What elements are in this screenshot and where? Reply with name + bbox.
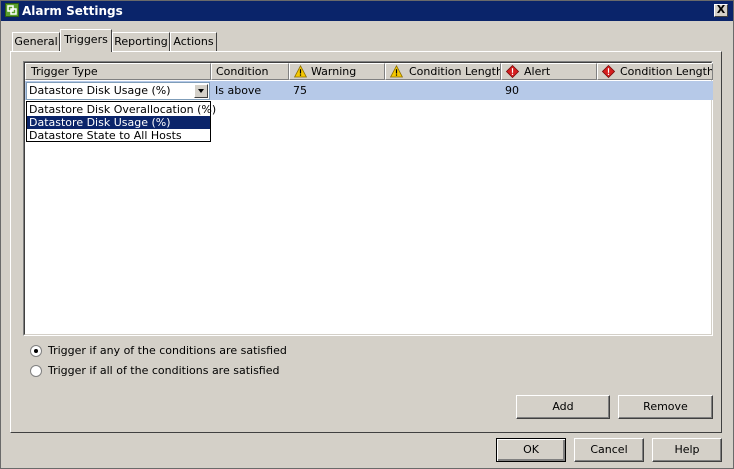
trigger-type-select[interactable]: Datastore Disk Usage (%) xyxy=(26,82,210,100)
chevron-down-icon[interactable] xyxy=(194,84,208,98)
column-label: Warning xyxy=(311,65,357,78)
tab-triggers[interactable]: Triggers xyxy=(60,29,112,52)
trigger-type-value: Datastore Disk Usage (%) xyxy=(29,84,171,97)
tab-general[interactable]: General xyxy=(12,32,60,51)
radio-label: Trigger if any of the conditions are sat… xyxy=(48,344,287,357)
close-button[interactable]: X xyxy=(714,4,728,17)
dropdown-option[interactable]: Datastore Disk Overallocation (%) xyxy=(27,103,216,116)
warning-icon xyxy=(390,65,403,78)
window-title: Alarm Settings xyxy=(22,4,123,18)
condition-cell[interactable]: Is above xyxy=(215,81,261,100)
title-bar: Alarm Settings X xyxy=(1,1,733,21)
column-header-alert[interactable]: Alert xyxy=(501,63,597,80)
dropdown-option[interactable]: Datastore State to All Hosts xyxy=(27,129,210,142)
column-label: Alert xyxy=(524,65,551,78)
column-header-alert-condition-length[interactable]: Condition Length xyxy=(597,63,713,80)
tab-label: General xyxy=(14,35,58,48)
tab-reporting[interactable]: Reporting xyxy=(112,32,170,51)
column-label: Condition Length xyxy=(620,65,713,78)
radio-button[interactable] xyxy=(30,365,42,377)
radio-button[interactable] xyxy=(30,345,42,357)
alarm-settings-window: Alarm Settings X General Triggers Report… xyxy=(0,0,734,469)
warning-cell[interactable]: 75 xyxy=(293,81,307,100)
column-header-warning[interactable]: Warning xyxy=(289,63,385,80)
warning-icon xyxy=(294,65,307,78)
alert-cell[interactable]: 90 xyxy=(505,81,519,100)
column-header-warning-condition-length[interactable]: Condition Length xyxy=(385,63,501,80)
cancel-button[interactable]: Cancel xyxy=(574,438,644,462)
triggers-grid[interactable]: Trigger Type Condition Warning Condition… xyxy=(23,61,713,336)
column-label: Condition xyxy=(216,65,269,78)
alert-icon xyxy=(506,65,519,78)
radio-label: Trigger if all of the conditions are sat… xyxy=(48,364,280,377)
help-button[interactable]: Help xyxy=(652,438,722,462)
remove-button[interactable]: Remove xyxy=(618,395,713,419)
tab-actions[interactable]: Actions xyxy=(170,32,217,51)
column-label: Trigger Type xyxy=(31,65,98,78)
alert-icon xyxy=(602,65,615,78)
column-label: Condition Length xyxy=(409,65,501,78)
app-icon xyxy=(5,3,19,17)
trigger-type-dropdown: Datastore Disk Overallocation (%) Datast… xyxy=(26,101,216,142)
tab-label: Triggers xyxy=(64,33,108,46)
close-icon: X xyxy=(716,3,726,16)
column-header-condition[interactable]: Condition xyxy=(211,63,289,80)
tab-label: Reporting xyxy=(114,35,168,48)
column-header-trigger-type[interactable]: Trigger Type xyxy=(25,63,211,80)
add-button[interactable]: Add xyxy=(516,395,610,419)
ok-button[interactable]: OK xyxy=(496,438,566,462)
tab-label: Actions xyxy=(173,35,214,48)
dropdown-option-selected[interactable]: Datastore Disk Usage (%) xyxy=(27,116,210,129)
